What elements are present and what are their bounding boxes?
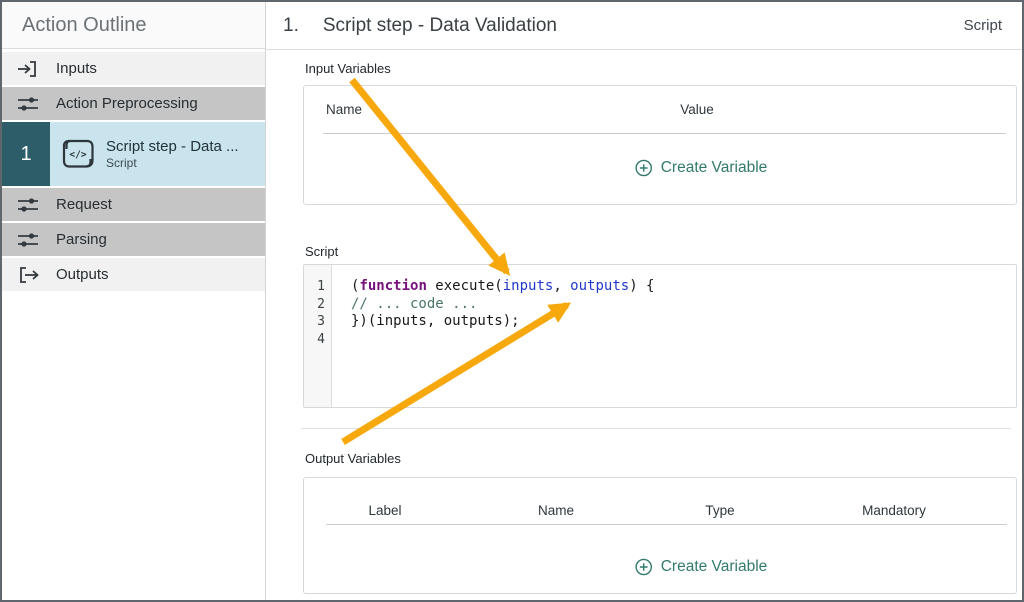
sliders-icon xyxy=(17,196,39,214)
step-text: Script step - Data ... Script xyxy=(106,138,239,171)
action-outline-sidebar: Action Outline Inputs Action Preprocessi… xyxy=(2,2,266,600)
code-token-keyword: function xyxy=(359,278,426,294)
code-token-outputs: outputs xyxy=(570,278,629,294)
section-divider xyxy=(301,428,1011,429)
input-variables-panel: Name Value Create Variable xyxy=(303,85,1017,205)
column-header-mandatory: Mandatory xyxy=(862,503,926,518)
code-token: execute( xyxy=(427,278,503,294)
step-header-number: 1. xyxy=(283,15,299,37)
sidebar-item-parsing[interactable]: Parsing xyxy=(2,223,265,256)
sidebar-item-label: Outputs xyxy=(56,266,109,283)
code-line-2: // ... code ... xyxy=(351,296,1016,314)
script-label: Script xyxy=(305,244,338,259)
output-variables-panel: Label Name Type Mandatory Create Variabl… xyxy=(303,477,1017,594)
column-header-name: Name xyxy=(326,102,362,117)
code-area[interactable]: (function execute(inputs, outputs) { // … xyxy=(333,265,1016,407)
create-variable-label: Create Variable xyxy=(661,159,768,177)
step-detail-pane: 1. Script step - Data Validation Script … xyxy=(266,2,1022,600)
column-header-name: Name xyxy=(538,503,574,518)
page-title: Script step - Data Validation xyxy=(323,15,964,37)
step-body: </> Script step - Data ... Script xyxy=(50,122,265,186)
step-header: 1. Script step - Data Validation Script xyxy=(266,2,1022,50)
sliders-icon xyxy=(17,95,39,113)
code-token: })(inputs, outputs); xyxy=(351,313,520,329)
code-token-comment: // ... code ... xyxy=(351,296,477,312)
create-variable-label: Create Variable xyxy=(661,558,768,576)
step-title: Script step - Data ... xyxy=(106,138,239,156)
sliders-icon xyxy=(17,231,39,249)
script-scroll-icon: </> xyxy=(60,137,96,171)
plus-circle-icon xyxy=(635,159,653,177)
column-header-value: Value xyxy=(680,102,714,117)
line-number: 3 xyxy=(304,313,325,331)
code-token: , xyxy=(553,278,570,294)
sidebar-item-label: Parsing xyxy=(56,231,107,248)
code-token: ) { xyxy=(629,278,654,294)
sidebar-item-inputs[interactable]: Inputs xyxy=(2,52,265,85)
sidebar-step-script[interactable]: 1 </> Script step - Data ... Script xyxy=(2,122,265,186)
line-number: 4 xyxy=(304,331,325,349)
code-token-inputs: inputs xyxy=(503,278,554,294)
sidebar-item-label: Request xyxy=(56,196,112,213)
import-icon xyxy=(17,60,39,78)
sidebar-item-label: Action Preprocessing xyxy=(56,95,198,112)
script-editor: 1 2 3 4 (function execute(inputs, output… xyxy=(303,264,1017,408)
plus-circle-icon xyxy=(635,558,653,576)
svg-text:</>: </> xyxy=(69,150,86,161)
line-number: 2 xyxy=(304,296,325,314)
step-number-badge: 1 xyxy=(2,122,50,186)
export-icon xyxy=(17,266,39,284)
step-subtitle: Script xyxy=(106,156,239,171)
table-header-divider xyxy=(326,524,1007,525)
create-output-variable-button[interactable]: Create Variable xyxy=(635,558,768,576)
input-variables-label: Input Variables xyxy=(305,61,391,76)
table-header-divider xyxy=(323,133,1006,134)
sidebar-item-outputs[interactable]: Outputs xyxy=(2,258,265,291)
output-variables-label: Output Variables xyxy=(305,451,401,466)
sidebar-item-request[interactable]: Request xyxy=(2,188,265,221)
code-line-3: })(inputs, outputs); xyxy=(351,313,1016,331)
sidebar-title: Action Outline xyxy=(2,2,265,49)
sidebar-item-action-preprocessing[interactable]: Action Preprocessing xyxy=(2,87,265,120)
step-detail-body: Input Variables Name Value Create Variab… xyxy=(266,50,1022,600)
line-number-gutter: 1 2 3 4 xyxy=(304,265,332,407)
line-number: 1 xyxy=(304,278,325,296)
action-editor-window: Action Outline Inputs Action Preprocessi… xyxy=(0,0,1024,602)
code-line-4 xyxy=(351,331,1016,349)
sidebar-list: Inputs Action Preprocessing 1 xyxy=(2,52,265,291)
column-header-type: Type xyxy=(705,503,734,518)
column-header-label: Label xyxy=(368,503,401,518)
sidebar-item-label: Inputs xyxy=(56,60,97,77)
step-type-label: Script xyxy=(964,17,1002,34)
code-line-1: (function execute(inputs, outputs) { xyxy=(351,278,1016,296)
create-input-variable-button[interactable]: Create Variable xyxy=(635,159,768,177)
